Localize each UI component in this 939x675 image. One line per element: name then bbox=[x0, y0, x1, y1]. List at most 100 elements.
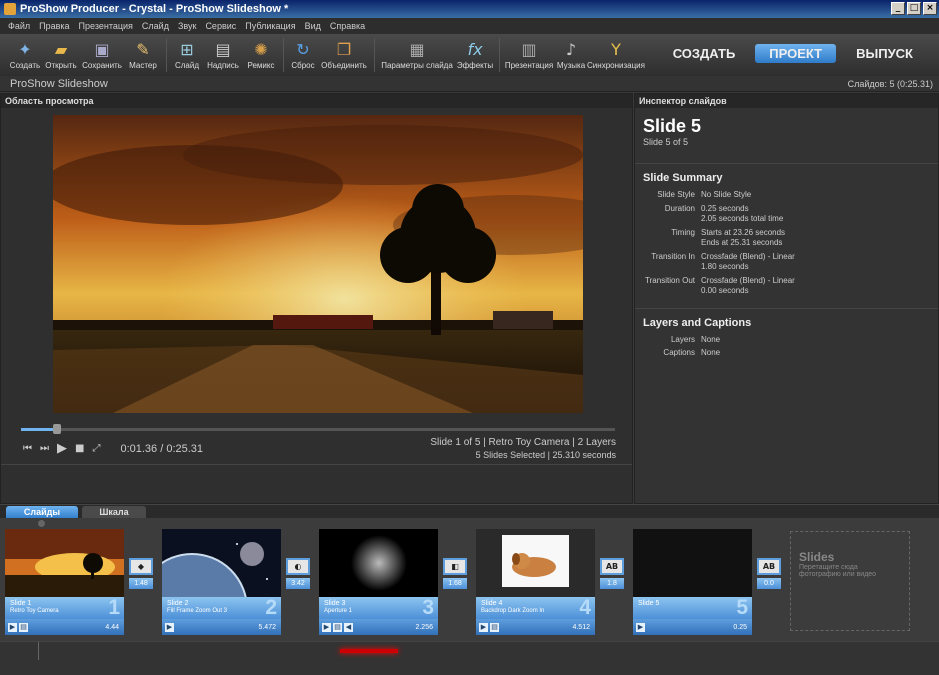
close-button[interactable]: × bbox=[923, 2, 937, 15]
transition-duration[interactable]: 3.42 bbox=[286, 578, 310, 589]
inspector-header: Инспектор слайдов bbox=[635, 94, 938, 108]
folder-open-icon: ▰ bbox=[54, 39, 68, 59]
toolbar-remix-button[interactable]: ✺ Ремикс bbox=[243, 34, 279, 76]
fullscreen-icon[interactable]: ⤢ bbox=[92, 443, 100, 454]
toolbar-new-button[interactable]: ✦ Создать bbox=[8, 34, 42, 76]
transition-in-value[interactable]: Crossfade (Blend) - Linear bbox=[701, 252, 795, 261]
transition-in-row: Transition In Crossfade (Blend) - Linear… bbox=[643, 252, 930, 273]
toolbar-open-button[interactable]: ▰ Открыть bbox=[42, 34, 80, 76]
transition-duration[interactable]: 1.8 bbox=[600, 578, 624, 589]
minimize-button[interactable]: _ bbox=[891, 2, 905, 15]
transition-2[interactable]: ◐ 3.42 bbox=[286, 558, 312, 589]
stop-icon[interactable]: ■ bbox=[75, 443, 84, 454]
captions-row: Captions None bbox=[643, 348, 930, 359]
slide-duration[interactable]: 2.256 bbox=[415, 624, 435, 631]
toolbar-show-options-button[interactable]: ▥ Презентация bbox=[504, 34, 554, 76]
preview-image[interactable] bbox=[53, 115, 583, 413]
skip-forward-icon[interactable]: ⏭ bbox=[40, 443, 49, 454]
slide-thumbnail[interactable] bbox=[319, 529, 438, 597]
play-icon[interactable]: ▶ bbox=[57, 441, 67, 456]
play-slide-icon[interactable]: ▶ bbox=[479, 622, 488, 632]
menu-audio[interactable]: Звук bbox=[178, 21, 196, 31]
transition-icon[interactable]: ◆ bbox=[129, 558, 153, 575]
slide-thumbnail[interactable] bbox=[162, 529, 281, 597]
toolbar-wizard-button[interactable]: ✎ Мастер bbox=[124, 34, 162, 76]
slide-thumbnail[interactable] bbox=[476, 529, 595, 597]
transition-4[interactable]: AB 1.8 bbox=[600, 558, 626, 589]
play-slide-icon[interactable]: ▶ bbox=[8, 622, 17, 632]
menu-slide[interactable]: Слайд bbox=[142, 21, 169, 31]
slide-card-1[interactable]: Slide 1 Retro Toy Camera 1 ▶ ▤ 4.44 bbox=[5, 529, 124, 635]
slide-card-3[interactable]: Slide 3 Aperture 1 3 ▶ ▤ ◀ 2.256 bbox=[319, 529, 438, 635]
menu-edit[interactable]: Правка bbox=[39, 21, 69, 31]
menu-view[interactable]: Вид bbox=[305, 21, 321, 31]
transition-icon[interactable]: AB bbox=[757, 558, 781, 575]
playback-scrubber[interactable] bbox=[21, 424, 615, 434]
slide-duration[interactable]: 5.472 bbox=[258, 624, 278, 631]
show-title[interactable]: ProShow Slideshow bbox=[10, 78, 108, 90]
menu-publish[interactable]: Публикация bbox=[245, 21, 295, 31]
menu-help[interactable]: Справка bbox=[330, 21, 365, 31]
transition-3[interactable]: ◧ 1.68 bbox=[443, 558, 469, 589]
toolbar-music-button[interactable]: ♪ Музыка bbox=[554, 34, 588, 76]
slide-duration[interactable]: 4.512 bbox=[572, 624, 592, 631]
toolbar-combine-button[interactable]: ❐ Объединить bbox=[318, 34, 370, 76]
mode-create-button[interactable]: СОЗДАТЬ bbox=[667, 44, 742, 63]
slide-duration[interactable]: 0.25 bbox=[733, 624, 749, 631]
slide-label: Slide 2 Fill Frame Zoom Out 3 2 bbox=[162, 596, 281, 619]
timing-row: Timing Starts at 23.26 seconds Ends at 25… bbox=[643, 228, 930, 249]
slide-info: Slide 1 of 5 | Retro Toy Camera | 2 Laye… bbox=[430, 437, 616, 461]
transition-duration[interactable]: 1.48 bbox=[129, 578, 153, 589]
toolbar-save-button[interactable]: ▣ Сохранить bbox=[80, 34, 124, 76]
slide-card-5[interactable]: Slide 5 5 ▶ 0.25 bbox=[633, 529, 752, 635]
slide-info-line1: Slide 1 of 5 | Retro Toy Camera | 2 Laye… bbox=[430, 437, 616, 448]
toolbar-effects-button[interactable]: fx Эффекты bbox=[455, 34, 495, 76]
transition-out-duration[interactable]: 0.00 seconds bbox=[701, 286, 749, 295]
play-slide-icon[interactable]: ▶ bbox=[165, 622, 174, 632]
toolbar-slide-options-button[interactable]: ▦ Параметры слайда bbox=[379, 34, 455, 76]
scrubber-handle[interactable] bbox=[52, 424, 61, 434]
slide-bar: ▶ ▤ 4.512 bbox=[476, 619, 595, 635]
transition-out-value[interactable]: Crossfade (Blend) - Linear bbox=[701, 276, 795, 285]
transition-icon[interactable]: ◐ bbox=[286, 558, 310, 575]
toolbar-reset-button[interactable]: ↻ Сброс bbox=[288, 34, 318, 76]
mode-output-button[interactable]: ВЫПУСК bbox=[850, 44, 919, 63]
menu-show[interactable]: Презентация bbox=[79, 21, 133, 31]
transition-icon[interactable]: ◧ bbox=[443, 558, 467, 575]
toolbar-sync-button[interactable]: Y Синхронизация bbox=[587, 34, 645, 76]
toolbar-save-label: Сохранить bbox=[82, 61, 122, 70]
slide-card-2[interactable]: Slide 2 Fill Frame Zoom Out 3 2 ▶ 5.472 bbox=[162, 529, 281, 635]
window-title: ProShow Producer - Crystal - ProShow Sli… bbox=[20, 3, 289, 15]
maximize-button[interactable]: □ bbox=[907, 2, 921, 15]
transition-5[interactable]: AB 0.0 bbox=[757, 558, 783, 589]
duration-value[interactable]: 0.25 seconds bbox=[701, 204, 749, 213]
toolbar-sync-label: Синхронизация bbox=[587, 61, 645, 70]
slide-label: Slide 5 5 bbox=[633, 596, 752, 619]
menu-tools[interactable]: Сервис bbox=[205, 21, 236, 31]
toolbar-caption-button[interactable]: ▤ Надпись bbox=[203, 34, 243, 76]
slide-name: Slide 4 bbox=[481, 600, 503, 607]
mode-project-button[interactable]: ПРОЕКТ bbox=[755, 44, 837, 63]
skip-back-icon[interactable]: ⏮ bbox=[23, 443, 32, 454]
toolbar-separator bbox=[374, 38, 375, 72]
slide-duration[interactable]: 4.44 bbox=[105, 624, 121, 631]
transition-1[interactable]: ◆ 1.48 bbox=[129, 558, 155, 589]
menu-file[interactable]: Файл bbox=[8, 21, 30, 31]
audio-track-strip[interactable] bbox=[0, 641, 939, 675]
transition-icon[interactable]: AB bbox=[600, 558, 624, 575]
slide-style-value[interactable]: No Slide Style bbox=[701, 190, 751, 201]
toolbar-add-slide-button[interactable]: ⊞ Слайд bbox=[171, 34, 203, 76]
transition-in-duration[interactable]: 1.80 seconds bbox=[701, 262, 749, 271]
toolbar-reset-label: Сброс bbox=[291, 61, 315, 70]
slide-thumbnail[interactable] bbox=[5, 529, 124, 597]
slide-number: 1 bbox=[108, 596, 120, 619]
slide-card-4[interactable]: Slide 4 Backdrop Dark Zoom In 4 ▶ ▤ 4.51… bbox=[476, 529, 595, 635]
play-slide-icon[interactable]: ▶ bbox=[636, 622, 645, 632]
list-tabs: Слайды Шкала bbox=[0, 504, 939, 519]
playhead-marker[interactable] bbox=[38, 520, 45, 527]
transition-duration[interactable]: 0.0 bbox=[757, 578, 781, 589]
play-slide-icon[interactable]: ▶ bbox=[322, 622, 331, 632]
empty-slide-drop-zone[interactable]: Slides Перетащите сюда фотографию или ви… bbox=[790, 531, 910, 631]
transition-duration[interactable]: 1.68 bbox=[443, 578, 467, 589]
slide-thumbnail[interactable] bbox=[633, 529, 752, 597]
